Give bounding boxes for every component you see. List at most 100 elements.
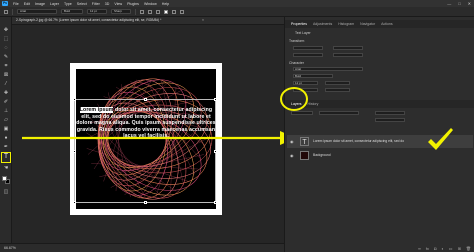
menu-layer[interactable]: Layer <box>50 2 59 6</box>
handle-top-left[interactable] <box>73 98 76 101</box>
handle-top-right[interactable] <box>214 98 217 101</box>
layers-tab-highlight-circle <box>280 87 308 111</box>
menu-filter[interactable]: Filter <box>92 2 100 6</box>
crop-tool-icon[interactable]: ⌗ <box>3 63 9 69</box>
warp-text-icon[interactable] <box>172 9 176 14</box>
layer-style-icon[interactable]: fx <box>426 246 429 252</box>
minimize-button[interactable]: — <box>447 1 451 6</box>
link-layers-icon[interactable]: ∞ <box>418 246 421 252</box>
options-bar: Arial Bold 12 pt Sharp <box>0 7 474 17</box>
quick-mask-icon[interactable]: ◫ <box>3 189 9 195</box>
delete-layer-icon[interactable]: 🗑 <box>466 246 471 252</box>
tools-panel: ✥ ⬚ ◌ ✎ ⌗ ⊠ ⁄ ✚ ✐ ⊥ ▱ ▣ ● ✒ T ☚ ◫ <box>0 17 12 243</box>
add-mask-icon[interactable]: ◘ <box>434 246 436 252</box>
close-window-button[interactable]: ✕ <box>468 1 471 6</box>
frame-tool-icon[interactable]: ⊠ <box>3 72 9 78</box>
maximize-button[interactable]: □ <box>458 1 460 6</box>
height-field[interactable] <box>333 46 363 50</box>
character-font-field[interactable] <box>293 67 363 71</box>
zoom-level[interactable]: 66.67% <box>4 246 16 250</box>
handle-bottom-right[interactable] <box>214 201 217 204</box>
eyedropper-tool-icon[interactable]: ⁄ <box>3 81 9 87</box>
text-layer-thumbnail-icon: T <box>300 137 309 146</box>
window-controls: — □ ✕ <box>447 1 471 6</box>
quick-select-tool-icon[interactable]: ✎ <box>3 54 9 60</box>
type-tool-icon[interactable]: T <box>1 152 11 163</box>
move-tool-icon[interactable]: ✥ <box>3 27 9 33</box>
width-field[interactable] <box>293 46 323 50</box>
handle-bottom-left[interactable] <box>73 201 76 204</box>
tab-adjustments[interactable]: Adjustments <box>313 22 332 26</box>
font-style-select[interactable]: Bold <box>61 9 83 14</box>
kerning-field[interactable] <box>325 88 350 92</box>
pen-tool-icon[interactable]: ✒ <box>3 144 9 150</box>
align-left-icon[interactable] <box>140 9 144 14</box>
menu-plugins[interactable]: Plugins <box>127 2 139 6</box>
gradient-tool-icon[interactable]: ▣ <box>3 126 9 132</box>
new-layer-icon[interactable]: ⊞ <box>458 246 461 252</box>
new-group-icon[interactable]: ▭ <box>449 246 453 252</box>
y-position-field[interactable] <box>333 53 363 57</box>
opacity-field[interactable] <box>375 111 405 115</box>
divider <box>12 8 13 15</box>
handle-bottom-center[interactable] <box>144 201 147 204</box>
character-font-value: Arial <box>295 67 302 71</box>
document-tab[interactable]: 2-Spirograph-2.jpg @ 66.7% (Lorem ipsum … <box>12 17 284 25</box>
healing-brush-tool-icon[interactable]: ✚ <box>3 90 9 96</box>
visibility-eye-icon[interactable]: ◉ <box>290 153 294 158</box>
marquee-tool-icon[interactable]: ⬚ <box>3 36 9 42</box>
align-right-icon[interactable] <box>156 9 160 14</box>
checkmark-annotation-icon <box>428 128 453 150</box>
font-size-select[interactable]: 12 pt <box>87 9 107 14</box>
status-bar: 66.67% <box>0 243 284 252</box>
menu-file[interactable]: File <box>13 2 19 6</box>
adjustment-layer-icon[interactable]: ◐ <box>441 246 443 252</box>
menu-type[interactable]: Type <box>64 2 72 6</box>
blend-mode-select[interactable] <box>319 111 359 115</box>
menu-edit[interactable]: Edit <box>24 2 30 6</box>
eraser-tool-icon[interactable]: ▱ <box>3 117 9 123</box>
tab-history[interactable]: History <box>308 102 319 106</box>
menu-view[interactable]: View <box>114 2 122 6</box>
x-position-field[interactable] <box>293 53 323 57</box>
text-color-swatch[interactable] <box>164 9 168 14</box>
tab-navigator[interactable]: Navigator <box>360 22 375 26</box>
align-center-icon[interactable] <box>148 9 152 14</box>
type-tool-preset-icon[interactable] <box>4 9 8 14</box>
dodge-tool-icon[interactable]: ● <box>3 135 9 141</box>
character-section[interactable]: Character <box>289 61 304 65</box>
clone-stamp-tool-icon[interactable]: ⊥ <box>3 108 9 114</box>
menu-window[interactable]: Window <box>144 2 157 6</box>
layer-name[interactable]: Lorem ipsum dolor sit amet, consectetur … <box>313 139 404 143</box>
visibility-eye-icon[interactable]: ◉ <box>290 139 294 144</box>
fill-field[interactable] <box>375 118 405 122</box>
menu-image[interactable]: Image <box>35 2 45 6</box>
handle-middle-right[interactable] <box>214 150 217 153</box>
layer-name[interactable]: Background <box>313 153 331 157</box>
document-tab-close-button[interactable]: × <box>202 18 204 22</box>
menu-help[interactable]: Help <box>162 2 169 6</box>
lasso-tool-icon[interactable]: ◌ <box>3 45 9 51</box>
tab-histogram[interactable]: Histogram <box>338 22 354 26</box>
annotation-arrow <box>22 131 296 145</box>
brush-tool-icon[interactable]: ✐ <box>3 99 9 105</box>
transform-section[interactable]: Transform <box>289 39 304 43</box>
character-panel-icon[interactable] <box>180 9 184 14</box>
foreground-color-swatch[interactable] <box>2 176 7 181</box>
tab-properties[interactable]: Properties <box>291 22 307 26</box>
menu-select[interactable]: Select <box>77 2 87 6</box>
handle-middle-left[interactable] <box>73 150 76 153</box>
document-tab-label: 2-Spirograph-2.jpg @ 66.7% (Lorem ipsum … <box>16 18 162 22</box>
layer-filter-select[interactable] <box>291 111 313 115</box>
photoshop-logo-icon: Ps <box>2 1 8 6</box>
divider <box>135 8 136 15</box>
tab-actions[interactable]: Actions <box>381 22 392 26</box>
leading-field[interactable] <box>325 81 350 85</box>
properties-title: Text Layer <box>295 31 311 35</box>
handle-top-center[interactable] <box>144 98 147 101</box>
font-family-select[interactable]: Arial <box>17 9 57 14</box>
hand-tool-icon[interactable]: ☚ <box>3 165 9 171</box>
character-size-value: 12 pt <box>295 81 302 85</box>
antialias-select[interactable]: Sharp <box>111 9 131 14</box>
menu-3d[interactable]: 3D <box>105 2 110 6</box>
